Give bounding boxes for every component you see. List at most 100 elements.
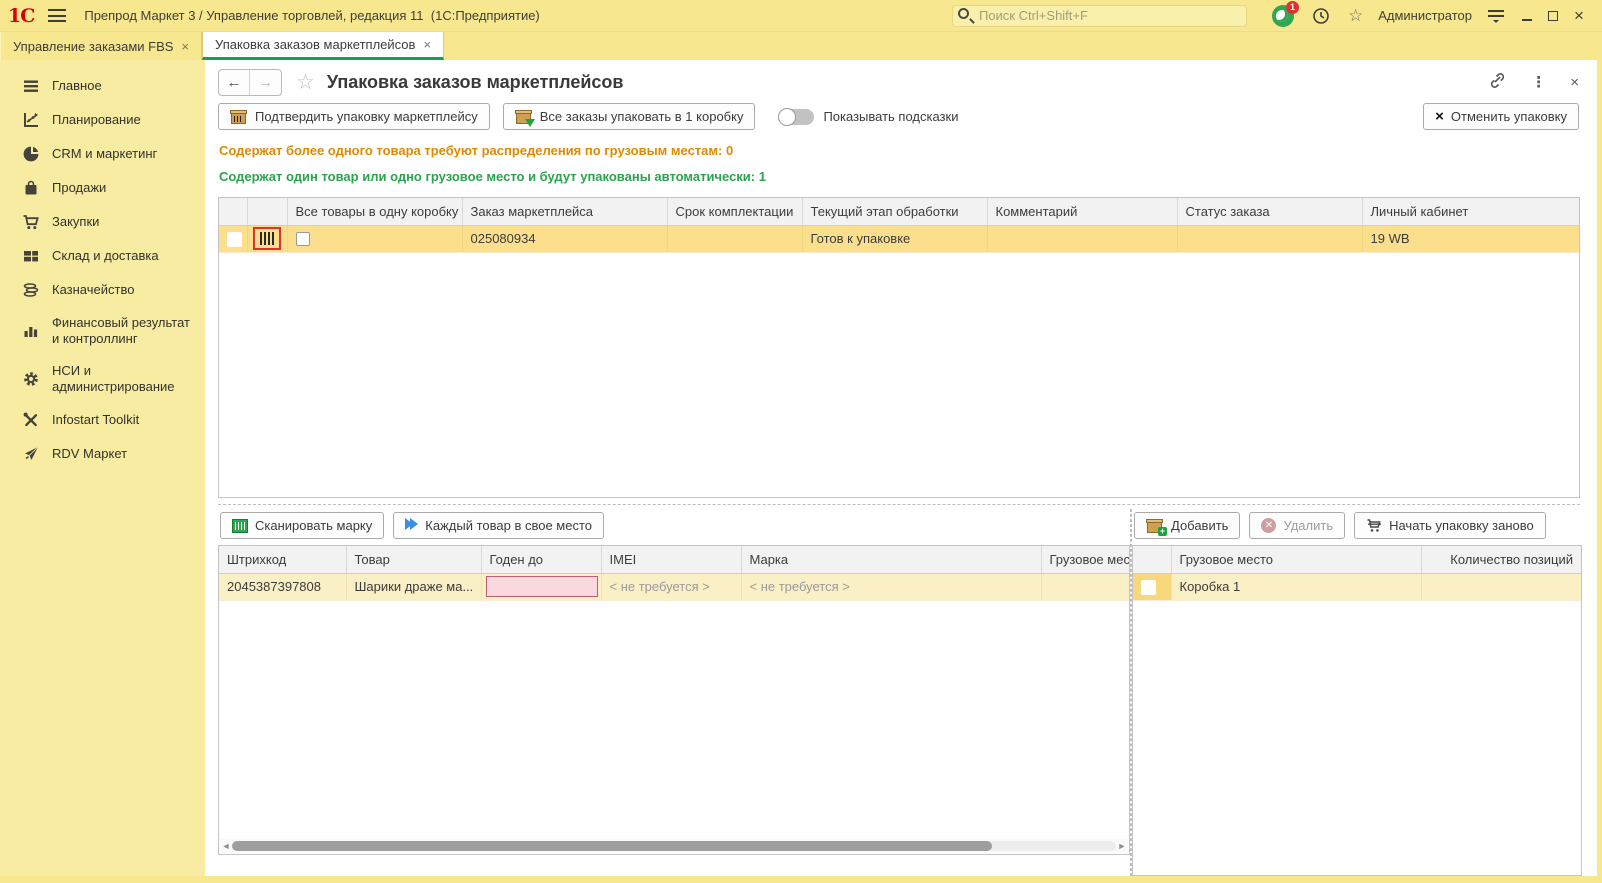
order-row[interactable]: 025080934 Готов к упаковке 19 WB [219,225,1579,253]
search-input[interactable] [951,4,1247,27]
product-cell[interactable]: Шарики драже ма... [346,573,482,601]
col-status: Статус заказа [1177,198,1363,226]
positions-count-cell[interactable] [1421,573,1581,601]
sidebar-item-crm[interactable]: CRM и маркетинг [0,137,205,171]
package-select-cell[interactable] [1133,573,1172,601]
barcode-button-focused[interactable] [253,227,281,250]
sidebar-item-rdv-market[interactable]: RDV Маркет [0,437,205,471]
tab-label: Упаковка заказов маркетплейсов [215,37,416,52]
get-link-icon[interactable] [1488,72,1507,92]
col-package: Грузовое место [1041,546,1129,574]
more-menu-icon[interactable]: ⋮ [1531,75,1546,90]
main-content: ← → ☆ Упаковка заказов маркетплейсов ⋮ ×… [205,60,1597,876]
col-barcode [247,198,288,226]
sidebar-item-sales[interactable]: Продажи [0,171,205,205]
close-tab-icon[interactable]: × [181,39,189,54]
button-label: Отменить упаковку [1450,109,1567,124]
sidebar-item-label: RDV Маркет [52,446,128,461]
history-button[interactable] [1312,7,1330,25]
close-window-button[interactable]: × [1566,6,1592,26]
all-in-one-box-checkbox[interactable] [295,232,310,247]
package-checkbox[interactable] [1141,579,1156,595]
packages-header-row: Грузовое место Количество позиций [1133,546,1581,574]
tab-marketplace-packing[interactable]: Упаковка заказов маркетплейсов × [202,32,445,60]
delete-package-button[interactable]: ✕ Удалить [1249,512,1346,539]
package-name-cell[interactable]: Коробка 1 [1171,573,1422,601]
global-search[interactable] [951,4,1247,27]
col-deadline: Срок комплектации [667,198,803,226]
col-product: Товар [346,546,482,574]
main-menu-icon[interactable] [48,9,67,22]
notifications-button[interactable]: 1 [1271,0,1299,27]
package-cell[interactable] [1041,573,1129,601]
service-menu-button[interactable] [1487,8,1505,24]
sidebar-item-warehouse[interactable]: Склад и доставка [0,239,205,273]
nav-back-button[interactable]: ← [219,69,250,95]
scan-mark-button[interactable]: Сканировать марку [220,512,385,539]
horizontal-scrollbar[interactable]: ◄ ► [220,839,1128,853]
sidebar-item-main[interactable]: Главное [0,69,205,103]
each-item-own-place-button[interactable]: Каждый товар в свое место [393,512,605,539]
package-row[interactable]: Коробка 1 [1133,573,1581,601]
button-label: Сканировать марку [255,518,373,533]
bottom-section: Сканировать марку Каждый товар в свое ме… [218,504,1582,876]
sidebar-item-label: НСИ и администрирование [52,363,175,394]
row-select-cell[interactable] [219,225,248,253]
order-number-cell[interactable]: 025080934 [462,225,668,253]
col-package-name: Грузовое место [1171,546,1422,574]
scrollbar-track[interactable] [232,841,1116,851]
scroll-right-icon[interactable]: ► [1116,841,1128,851]
minimize-button[interactable] [1514,11,1540,21]
imei-cell[interactable]: < не требуется > [601,573,742,601]
col-select [219,198,248,226]
titlebar: 1С Препрод Маркет 3 / Управление торговл… [0,0,1602,32]
toggle-off-icon [778,107,815,126]
status-cell[interactable] [1177,225,1363,253]
pack-all-one-box-button[interactable]: Все заказы упаковать в 1 коробку [502,103,756,130]
all-in-one-box-cell[interactable] [287,225,463,253]
current-user[interactable]: Администратор [1378,8,1472,23]
sidebar-item-label: Главное [52,78,102,93]
button-label: Добавить [1171,518,1229,533]
nav-forward-button[interactable]: → [250,70,281,95]
tab-fbs-orders[interactable]: Управление заказами FBS × [0,32,203,60]
sidebar-item-treasury[interactable]: Казначейство [0,273,205,307]
button-label: Начать упаковку заново [1389,518,1534,533]
confirm-packing-button[interactable]: Подтвердить упаковку маркетплейсу [218,103,490,130]
col-cabinet: Личный кабинет [1362,198,1579,226]
packages-toolbar: + Добавить ✕ Удалить Начать упаковку зан… [1134,512,1582,539]
sidebar-item-finance[interactable]: Финансовый результат и контроллинг [0,307,205,355]
cabinet-cell[interactable]: 19 WB [1362,225,1579,253]
add-to-favorites-star-icon[interactable]: ☆ [296,70,315,95]
maximize-button[interactable] [1540,10,1566,21]
row-checkbox[interactable] [227,231,242,247]
sidebar-item-label: Планирование [52,112,141,127]
sidebar-item-infostart-toolkit[interactable]: Infostart Toolkit [0,403,205,437]
scroll-left-icon[interactable]: ◄ [220,841,232,851]
button-label: Каждый товар в свое место [425,518,593,533]
orders-table: Все товары в одну коробку Заказ маркетпл… [218,197,1580,498]
favorites-button[interactable]: ☆ [1348,6,1363,26]
valid-until-cell[interactable] [481,573,602,601]
sidebar-item-label: Казначейство [52,282,135,297]
sidebar-item-purchasing[interactable]: Закупки [0,205,205,239]
stage-cell[interactable]: Готов к упаковке [802,225,988,253]
barcode-num-cell[interactable]: 2045387397808 [219,573,347,601]
sidebar-item-nsi-admin[interactable]: НСИ и администрирование [0,355,205,403]
mark-cell[interactable]: < не требуется > [741,573,1042,601]
scrollbar-thumb[interactable] [232,841,993,851]
show-hints-toggle[interactable]: Показывать подсказки [778,107,958,126]
deadline-cell[interactable] [667,225,803,253]
add-package-button[interactable]: + Добавить [1134,512,1241,539]
cancel-packing-button[interactable]: × Отменить упаковку [1423,103,1579,130]
close-form-icon[interactable]: × [1570,75,1579,90]
restart-packing-button[interactable]: Начать упаковку заново [1354,512,1546,539]
item-row[interactable]: 2045387397808 Шарики драже ма... < не тр… [219,573,1129,601]
close-tab-icon[interactable]: × [423,37,431,52]
row-barcode-cell[interactable] [247,225,288,253]
search-icon [957,7,969,19]
valid-until-input[interactable] [485,576,598,597]
comment-cell[interactable] [987,225,1178,253]
sidebar-item-planning[interactable]: Планирование [0,103,205,137]
items-panel: Сканировать марку Каждый товар в свое ме… [218,509,1130,876]
